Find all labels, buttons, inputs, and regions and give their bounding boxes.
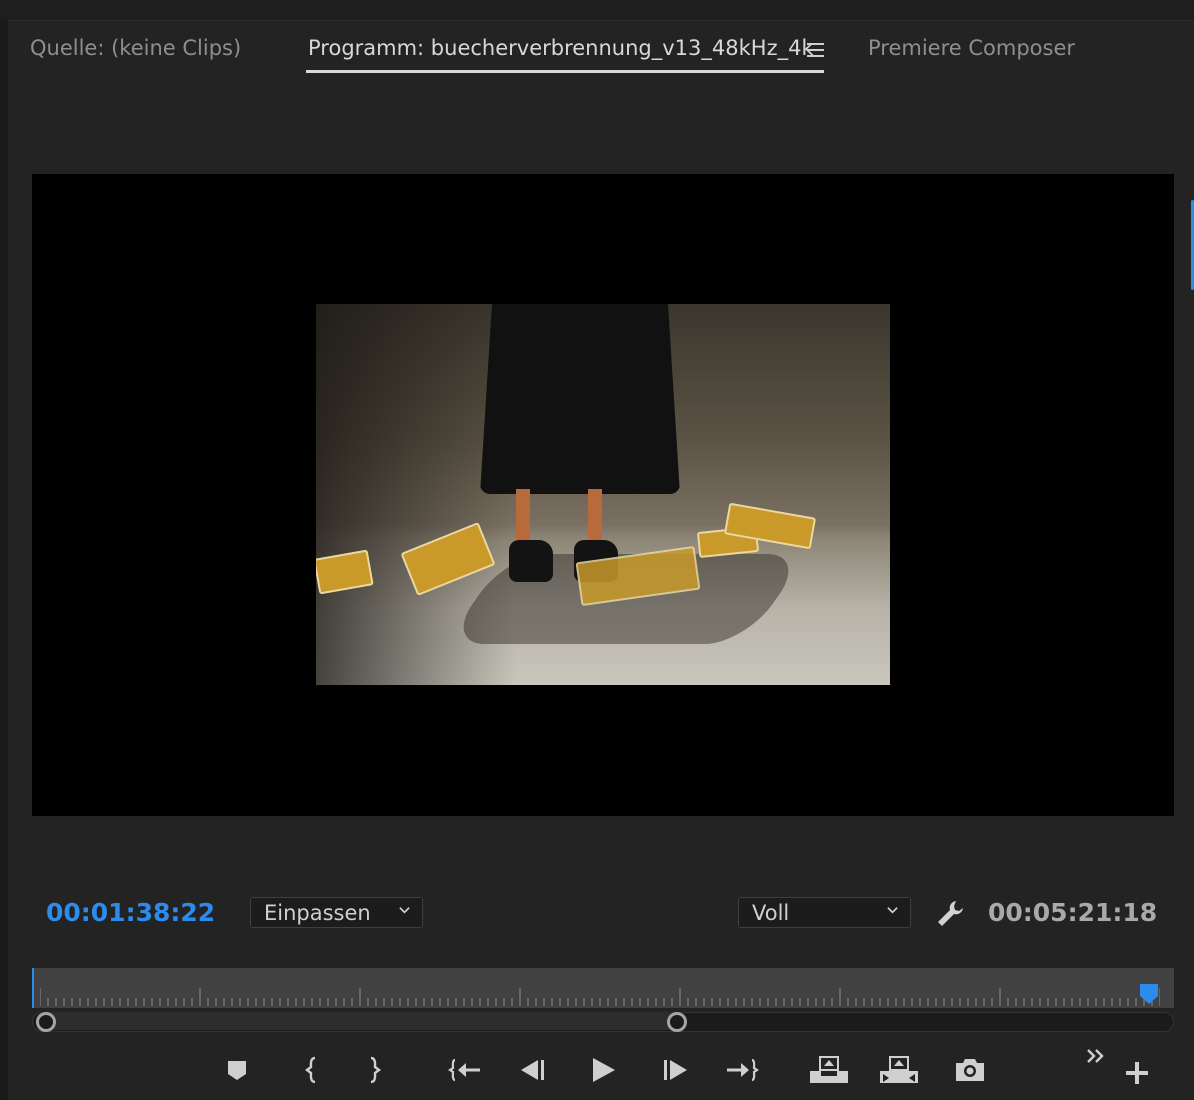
play-icon xyxy=(593,1058,615,1082)
marker-icon xyxy=(228,1061,246,1080)
figure-coat xyxy=(480,304,680,494)
button-editor-button[interactable] xyxy=(1120,1056,1154,1090)
wrench-icon[interactable] xyxy=(934,898,966,930)
chevron-down-icon xyxy=(399,907,410,914)
playback-resolution-dropdown[interactable]: Voll xyxy=(738,897,911,928)
lift-icon xyxy=(810,1056,848,1083)
program-monitor-viewer[interactable] xyxy=(32,174,1174,816)
go-to-out-button[interactable] xyxy=(724,1052,760,1088)
mark-in-icon xyxy=(305,1056,316,1084)
mark-out-button[interactable] xyxy=(357,1052,393,1088)
panel-left-edge xyxy=(0,20,8,1100)
add-marker-button[interactable] xyxy=(219,1052,255,1088)
figure-shoe xyxy=(509,540,553,582)
playhead-marker[interactable] xyxy=(1138,982,1160,1006)
tab-source[interactable]: Quelle: (keine Clips) xyxy=(30,36,241,60)
step-forward-button[interactable] xyxy=(656,1052,692,1088)
step-back-icon xyxy=(521,1060,544,1080)
scrollbar-right-handle[interactable] xyxy=(667,1012,687,1032)
scrollbar-thumb[interactable] xyxy=(36,1012,678,1030)
lift-button[interactable] xyxy=(808,1052,850,1088)
step-back-button[interactable] xyxy=(516,1052,552,1088)
window-top-bar xyxy=(0,0,1194,21)
zoom-level-value: Einpassen xyxy=(264,901,371,925)
scrollbar-left-handle[interactable] xyxy=(36,1012,56,1032)
double-chevron-right-icon xyxy=(1087,1049,1104,1063)
current-timecode[interactable]: 00:01:38:22 xyxy=(46,898,215,927)
in-point-marker xyxy=(32,968,34,1008)
go-to-in-button[interactable] xyxy=(447,1052,483,1088)
hamburger-menu-icon[interactable] xyxy=(807,43,824,58)
extract-icon xyxy=(880,1056,918,1083)
chevron-down-icon xyxy=(887,907,898,914)
tab-program[interactable]: Programm: buecherverbrennung_v13_48kHz_4… xyxy=(308,36,814,60)
duration-timecode: 00:05:21:18 xyxy=(988,898,1158,927)
play-button[interactable] xyxy=(585,1052,621,1088)
active-tab-underline xyxy=(306,70,824,73)
step-forward-icon xyxy=(664,1060,687,1080)
zoom-scrollbar[interactable] xyxy=(32,1010,1174,1032)
zoom-level-dropdown[interactable]: Einpassen xyxy=(250,897,423,928)
mark-out-icon xyxy=(370,1056,381,1084)
playback-resolution-value: Voll xyxy=(752,901,790,925)
go-to-in-icon xyxy=(448,1058,480,1082)
more-controls-button[interactable] xyxy=(1080,1042,1112,1074)
go-to-out-icon xyxy=(727,1058,759,1082)
video-frame xyxy=(316,304,890,685)
extract-button[interactable] xyxy=(878,1052,920,1088)
camera-icon xyxy=(956,1059,984,1081)
plus-icon xyxy=(1126,1062,1148,1084)
export-frame-button[interactable] xyxy=(952,1052,988,1088)
panel-tab-bar: Quelle: (keine Clips) Programm: buecherv… xyxy=(0,30,1194,80)
mark-in-button[interactable] xyxy=(293,1052,329,1088)
ruler-ticks xyxy=(40,988,1160,1006)
time-ruler[interactable] xyxy=(32,968,1174,1008)
tab-premiere-composer[interactable]: Premiere Composer xyxy=(868,36,1075,60)
